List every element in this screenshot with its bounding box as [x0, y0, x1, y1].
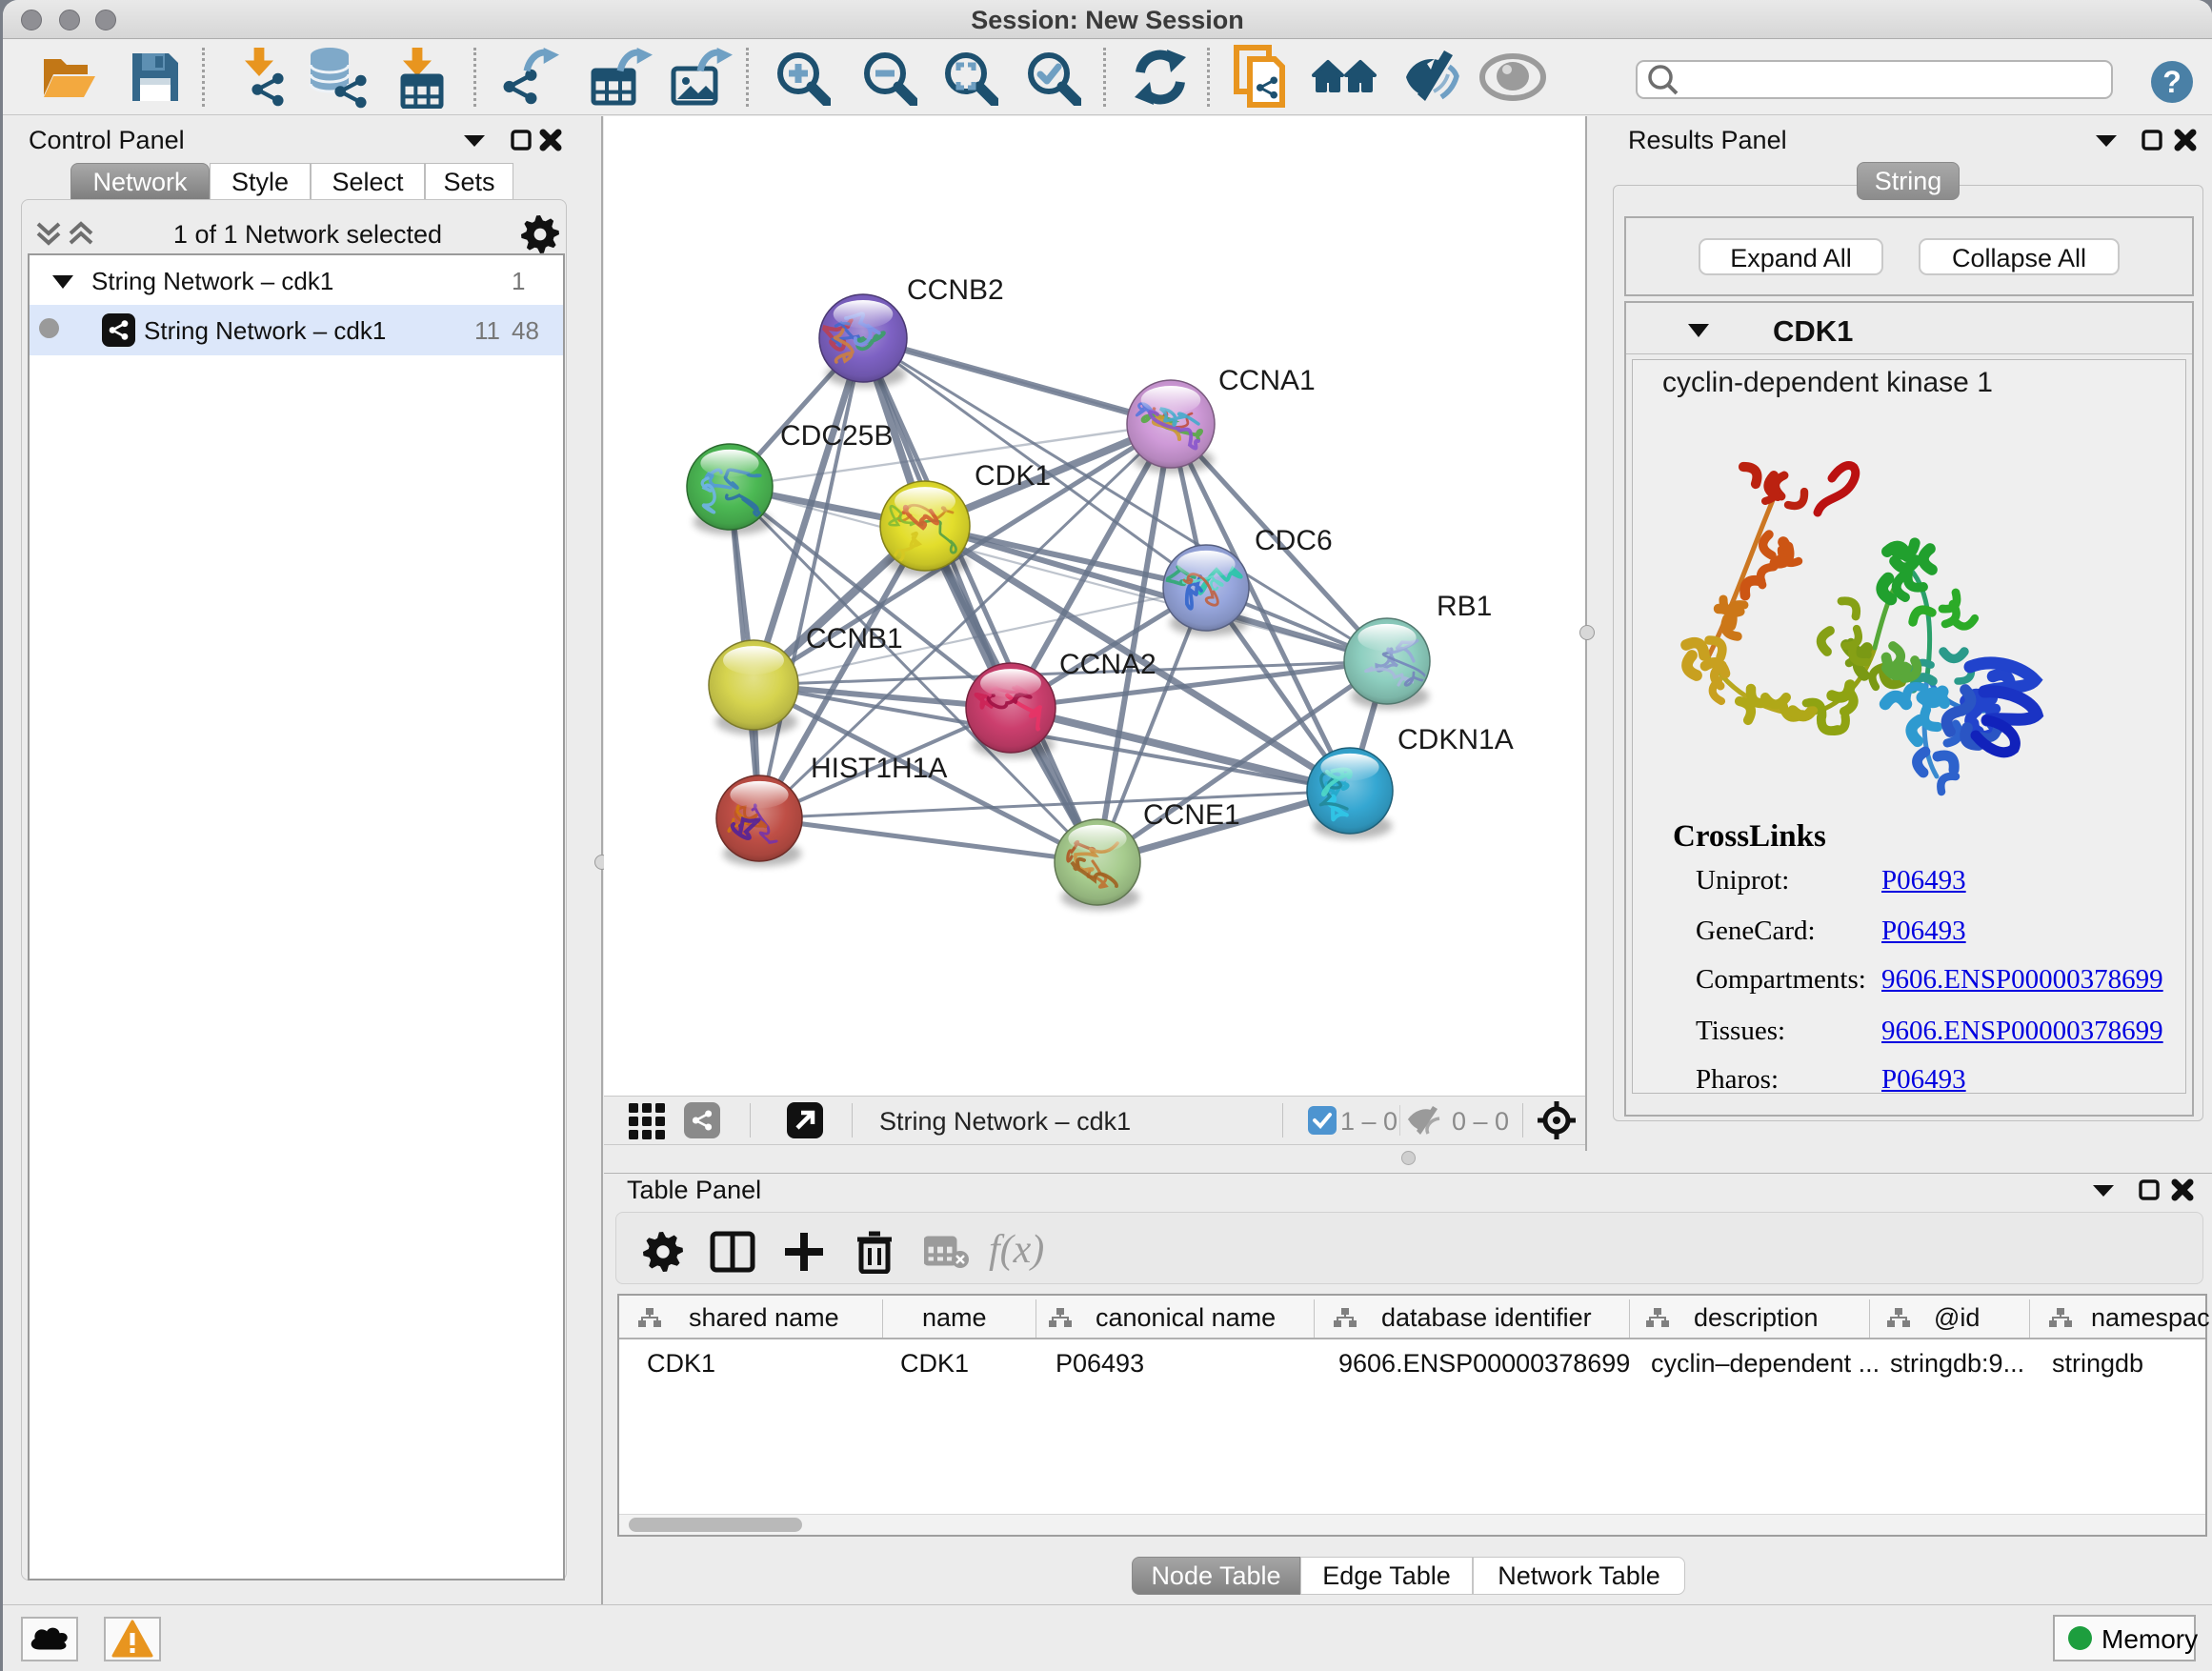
svg-text:CDKN1A: CDKN1A — [1398, 724, 1514, 755]
svg-text:CCNE1: CCNE1 — [1143, 799, 1240, 831]
svg-text:CDK1: CDK1 — [975, 460, 1051, 492]
svg-text:HIST1H1A: HIST1H1A — [811, 753, 947, 784]
svg-text:CDC6: CDC6 — [1255, 525, 1333, 556]
svg-text:CCNA2: CCNA2 — [1059, 649, 1156, 680]
svg-text:CCNB2: CCNB2 — [907, 274, 1004, 306]
svg-text:RB1: RB1 — [1437, 591, 1492, 622]
svg-text:CCNB1: CCNB1 — [806, 623, 903, 654]
svg-text:CDC25B: CDC25B — [780, 420, 893, 452]
svg-text:CCNA1: CCNA1 — [1218, 365, 1316, 396]
